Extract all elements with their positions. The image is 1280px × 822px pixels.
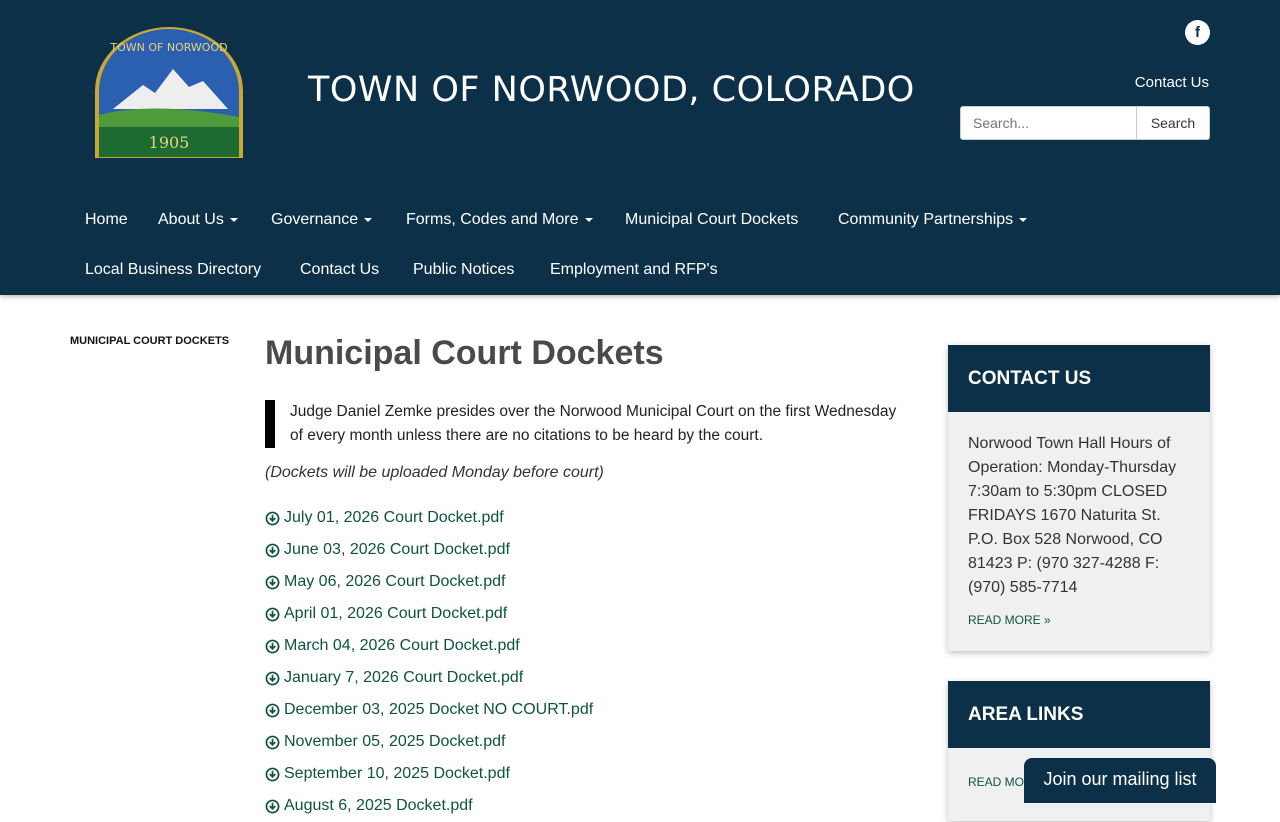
file-name: July 01, 2026 Court Docket.pdf (284, 509, 504, 526)
site-title[interactable]: TOWN OF NORWOOD, COLORADO (308, 70, 915, 110)
download-circle-icon (265, 703, 280, 717)
nav-municipal-court-dockets[interactable]: Municipal Court Dockets (625, 211, 798, 229)
download-circle-icon (265, 735, 280, 749)
nav-home[interactable]: Home (85, 211, 128, 229)
contact-info-text: Norwood Town Hall Hours of Operation: Mo… (968, 435, 1177, 596)
nav-employment-rfps[interactable]: Employment and RFP's (550, 261, 718, 279)
nav-label: Local Business Directory (85, 261, 262, 278)
docket-file-link[interactable]: March 04, 2026 Court Docket.pdf (265, 630, 593, 662)
mailing-list-button[interactable]: Join our mailing list (1024, 758, 1216, 803)
caret-down-icon (584, 217, 593, 222)
nav-community-partnerships[interactable]: Community Partnerships (838, 211, 1028, 229)
site-header: 1905 TOWN OF NORWOOD TOWN OF NORWOOD, CO… (0, 0, 1280, 295)
docket-file-link[interactable]: December 03, 2025 Docket NO COURT.pdf (265, 694, 593, 726)
nav-public-notices[interactable]: Public Notices (413, 261, 514, 279)
docket-file-link[interactable]: November 05, 2025 Docket.pdf (265, 726, 593, 758)
docket-file-link[interactable]: September 10, 2025 Docket.pdf (265, 758, 593, 790)
caret-down-icon (1019, 217, 1028, 222)
nav-forms-codes[interactable]: Forms, Codes and More (406, 211, 593, 229)
svg-text:TOWN OF NORWOOD: TOWN OF NORWOOD (109, 41, 227, 54)
docket-file-link[interactable]: April 01, 2026 Court Docket.pdf (265, 598, 593, 630)
court-info-quote: Judge Daniel Zemke presides over the Nor… (265, 400, 905, 448)
download-circle-icon (265, 607, 280, 621)
read-more-link[interactable]: READ MORE » (968, 608, 1190, 632)
nav-label: Municipal Court Dockets (625, 211, 799, 228)
header-contact-link[interactable]: Contact Us (1135, 74, 1209, 91)
upload-note: (Dockets will be uploaded Monday before … (265, 464, 604, 481)
docket-file-link[interactable]: July 01, 2026 Court Docket.pdf (265, 502, 593, 534)
nav-local-business-directory[interactable]: Local Business Directory (85, 261, 261, 279)
download-circle-icon (265, 575, 280, 589)
breadcrumb: MUNICIPAL COURT DOCKETS (70, 335, 230, 347)
nav-label: Governance (271, 211, 359, 228)
file-name: March 04, 2026 Court Docket.pdf (284, 637, 520, 654)
docket-file-link[interactable]: May 06, 2026 Court Docket.pdf (265, 566, 593, 598)
download-circle-icon (265, 671, 280, 685)
file-name: November 05, 2025 Docket.pdf (284, 733, 506, 750)
nav-about-us[interactable]: About Us (158, 211, 238, 229)
page-title: Municipal Court Dockets (265, 334, 664, 372)
docket-file-link[interactable]: January 7, 2026 Court Docket.pdf (265, 662, 593, 694)
card-heading: AREA LINKS (948, 681, 1210, 748)
download-circle-icon (265, 799, 280, 813)
download-circle-icon (265, 511, 280, 525)
file-name: May 06, 2026 Court Docket.pdf (284, 573, 506, 590)
search-button[interactable]: Search (1137, 106, 1210, 140)
file-name: April 01, 2026 Court Docket.pdf (284, 605, 508, 622)
card-body: Norwood Town Hall Hours of Operation: Mo… (948, 412, 1210, 632)
nav-label: Contact Us (300, 261, 380, 278)
download-circle-icon (265, 767, 280, 781)
svg-text:1905: 1905 (149, 133, 190, 152)
file-name: December 03, 2025 Docket NO COURT.pdf (284, 701, 594, 718)
docket-file-list: July 01, 2026 Court Docket.pdf June 03, … (265, 502, 593, 822)
file-name: June 03, 2026 Court Docket.pdf (284, 541, 510, 558)
nav-contact-us[interactable]: Contact Us (300, 261, 379, 279)
docket-file-link[interactable]: August 6, 2025 Docket.pdf (265, 790, 593, 822)
nav-label: Forms, Codes and More (406, 211, 579, 228)
nav-label: About Us (158, 211, 224, 228)
file-name: January 7, 2026 Court Docket.pdf (284, 669, 524, 686)
contact-us-card: CONTACT US Norwood Town Hall Hours of Op… (948, 345, 1210, 651)
search-input[interactable] (960, 106, 1137, 140)
facebook-icon[interactable]: f (1185, 20, 1210, 45)
file-name: September 10, 2025 Docket.pdf (284, 765, 510, 782)
caret-down-icon (364, 217, 373, 222)
nav-label: Public Notices (413, 261, 515, 278)
caret-down-icon (229, 217, 238, 222)
docket-file-link[interactable]: June 03, 2026 Court Docket.pdf (265, 534, 593, 566)
town-seal-logo[interactable]: 1905 TOWN OF NORWOOD (93, 27, 245, 159)
download-circle-icon (265, 543, 280, 557)
nav-label: Employment and RFP's (550, 261, 718, 278)
card-heading: CONTACT US (948, 345, 1210, 412)
nav-governance[interactable]: Governance (271, 211, 373, 229)
download-circle-icon (265, 639, 280, 653)
nav-label: Home (85, 211, 128, 228)
nav-label: Community Partnerships (838, 211, 1014, 228)
